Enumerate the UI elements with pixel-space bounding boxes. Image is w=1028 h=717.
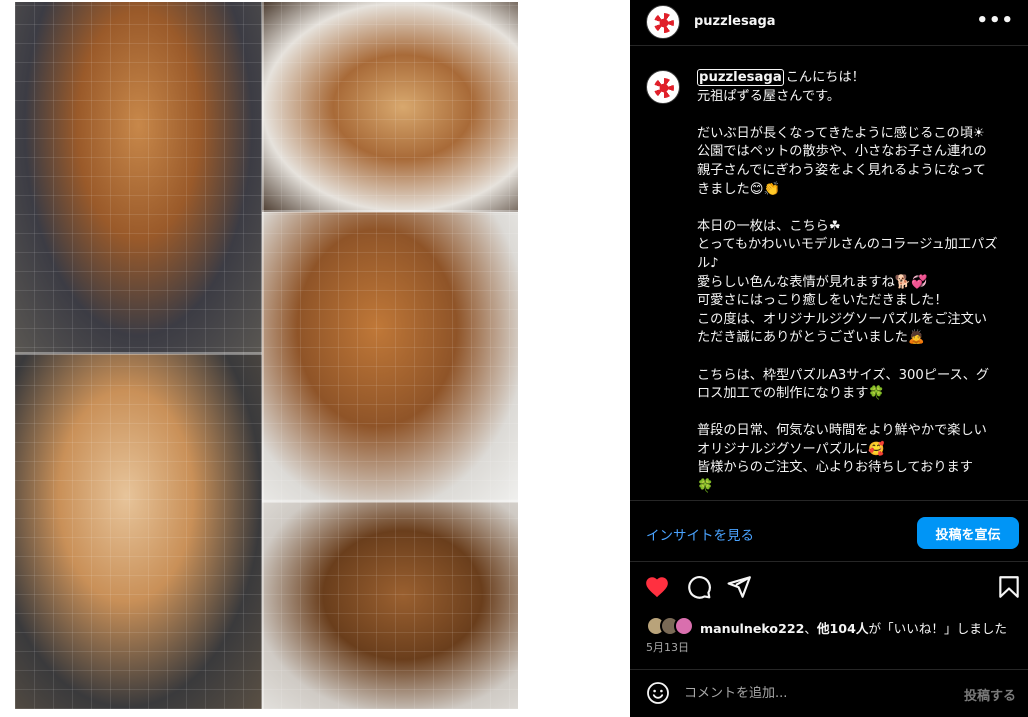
avatar bbox=[674, 616, 694, 636]
caption-body: こんにちは！ 元祖ぱずる屋さんです。 だいぶ日が長くなってきたように感じるこの頃… bbox=[697, 70, 998, 495]
view-insights-link[interactable]: インサイトを見る bbox=[646, 524, 754, 544]
collage-divider bbox=[261, 2, 264, 709]
comment-bar: 投稿する bbox=[630, 669, 1028, 717]
liker-avatars[interactable] bbox=[646, 616, 698, 636]
post-comment-button[interactable]: 投稿する bbox=[964, 685, 1016, 704]
post-image-area bbox=[0, 0, 630, 717]
post-side-panel: puzzlesaga ••• puzzlesaga こんにちは！ 元祖ぱずる屋さん… bbox=[630, 0, 1028, 717]
emoji-icon[interactable] bbox=[646, 681, 670, 705]
avatar[interactable] bbox=[646, 70, 680, 104]
comment-icon[interactable] bbox=[686, 574, 712, 600]
collage-photo-3 bbox=[262, 212, 518, 502]
more-options-icon[interactable]: ••• bbox=[976, 10, 1014, 31]
collage-photo-2 bbox=[262, 2, 518, 212]
heart-filled-icon[interactable] bbox=[644, 574, 670, 600]
share-icon[interactable] bbox=[726, 574, 752, 600]
collage-divider bbox=[262, 500, 518, 503]
comment-input[interactable] bbox=[684, 682, 944, 704]
liker-username[interactable]: manulneko222 bbox=[700, 621, 804, 636]
collage-photo-4 bbox=[15, 354, 262, 709]
likes-row: manulneko222、他104人が「いいね！」しました bbox=[646, 615, 1026, 637]
caption-username[interactable]: puzzlesaga bbox=[697, 69, 784, 86]
collage-divider bbox=[262, 210, 518, 213]
bookmark-icon[interactable] bbox=[996, 574, 1022, 600]
likes-suffix: が「いいね！」しました bbox=[868, 621, 1007, 636]
action-bar bbox=[630, 563, 1028, 608]
post-date[interactable]: 5月13日 bbox=[646, 639, 689, 655]
promote-post-button[interactable]: 投稿を宣伝 bbox=[917, 517, 1019, 549]
post-image[interactable] bbox=[15, 2, 518, 709]
caption-section: puzzlesaga こんにちは！ 元祖ぱずる屋さんです。 だいぶ日が長くなってき… bbox=[630, 46, 1028, 501]
avatar[interactable] bbox=[646, 5, 680, 39]
collage-divider bbox=[15, 352, 262, 355]
likes-summary[interactable]: manulneko222、他104人が「いいね！」しました bbox=[700, 618, 1007, 637]
post-header: puzzlesaga ••• bbox=[630, 0, 1028, 46]
header-username[interactable]: puzzlesaga bbox=[694, 14, 776, 29]
collage-photo-1 bbox=[15, 2, 262, 354]
insights-row: インサイトを見る 投稿を宣伝 bbox=[630, 502, 1028, 562]
likes-separator: 、 bbox=[804, 621, 817, 636]
collage-photo-5 bbox=[262, 502, 518, 709]
caption-text: puzzlesaga こんにちは！ 元祖ぱずる屋さんです。 だいぶ日が長くなってき… bbox=[697, 69, 1015, 497]
likes-others-count[interactable]: 他104人 bbox=[817, 621, 868, 636]
